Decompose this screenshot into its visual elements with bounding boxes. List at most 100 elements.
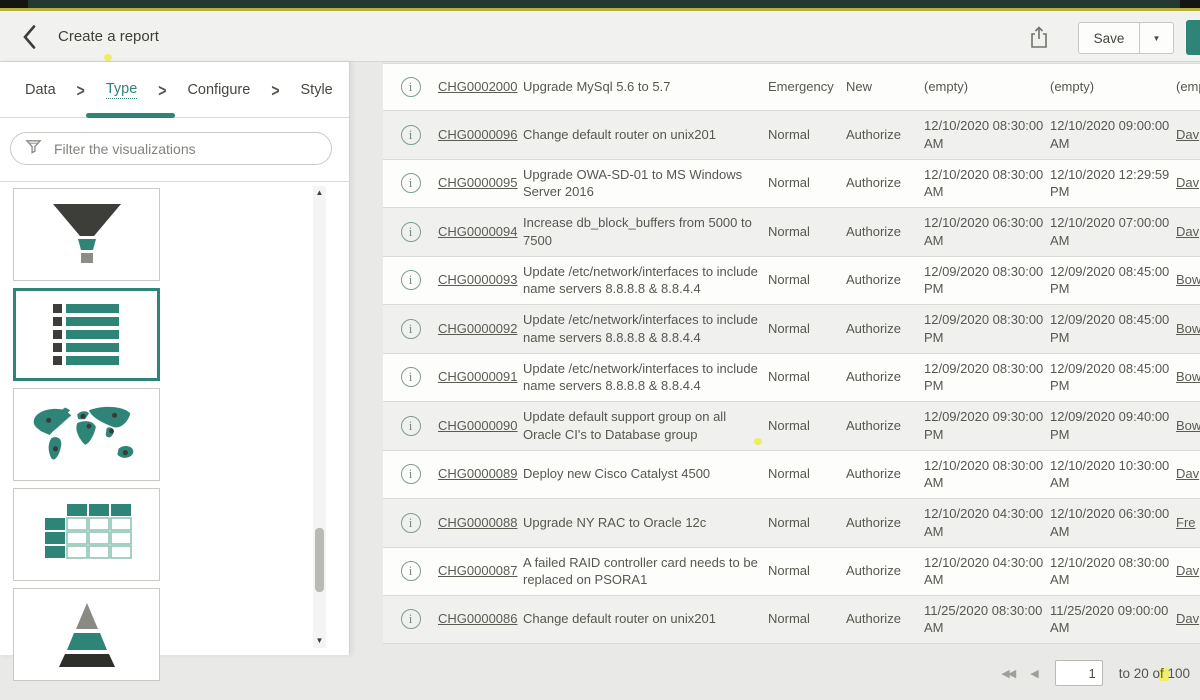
clipped-action-button[interactable] — [1186, 20, 1200, 55]
end-date: 12/10/2020 10:30:00 AM — [1050, 457, 1176, 492]
end-date: 12/10/2020 06:30:00 AM — [1050, 505, 1176, 540]
viz-type-funnel[interactable] — [13, 188, 160, 281]
state-value: Authorize — [846, 174, 924, 192]
change-number-link[interactable]: CHG0000094 — [438, 223, 523, 241]
end-date: 12/09/2020 08:45:00 PM — [1050, 360, 1176, 395]
start-date: 12/09/2020 08:30:00 PM — [924, 263, 1050, 298]
info-icon[interactable]: i — [401, 416, 421, 436]
visualization-filter — [10, 132, 332, 165]
change-number-link[interactable]: CHG0000096 — [438, 126, 523, 144]
start-date: 12/10/2020 08:30:00 AM — [924, 166, 1050, 201]
assigned-link[interactable]: Dav — [1176, 465, 1200, 483]
report-wizard-panel: Data > Type > Configure > Style — [0, 62, 350, 655]
wizard-steps: Data > Type > Configure > Style — [0, 62, 349, 118]
visualization-list: ▲ ▼ — [0, 181, 350, 655]
info-icon[interactable]: i — [401, 464, 421, 484]
priority-value: Normal — [768, 368, 846, 386]
priority-value: Normal — [768, 174, 846, 192]
viz-type-pyramid[interactable] — [13, 588, 160, 681]
info-icon[interactable]: i — [401, 125, 421, 145]
short-description: Upgrade MySql 5.6 to 5.7 — [523, 78, 768, 96]
cursor-highlight-dot — [754, 438, 762, 445]
create-report-screen: Create a report Save ▼ Data > Type > Con… — [0, 0, 1200, 700]
change-number-link[interactable]: CHG0000088 — [438, 514, 523, 532]
info-icon[interactable]: i — [401, 609, 421, 629]
top-strip-left-segment — [0, 0, 28, 8]
assigned-link[interactable]: Fre — [1176, 514, 1200, 532]
assigned-link[interactable]: Bow — [1176, 271, 1200, 289]
short-description: Update default support group on all Orac… — [523, 408, 768, 443]
page-number-input[interactable] — [1055, 660, 1103, 686]
short-description: Increase db_block_buffers from 5000 to 7… — [523, 214, 768, 249]
info-icon[interactable]: i — [401, 319, 421, 339]
info-icon[interactable]: i — [401, 222, 421, 242]
chevron-right-icon: > — [271, 80, 279, 100]
prev-page-button[interactable]: ◀ — [1030, 667, 1038, 680]
share-icon[interactable] — [1028, 24, 1052, 50]
step-data[interactable]: Data — [25, 82, 56, 98]
state-value: Authorize — [846, 417, 924, 435]
assigned-link[interactable]: Dav — [1176, 610, 1200, 628]
priority-value: Normal — [768, 271, 846, 289]
state-value: Authorize — [846, 368, 924, 386]
change-number-link[interactable]: CHG0000089 — [438, 465, 523, 483]
change-number-link[interactable]: CHG0000086 — [438, 610, 523, 628]
assigned-link[interactable]: Bow — [1176, 320, 1200, 338]
info-icon[interactable]: i — [401, 513, 421, 533]
short-description: Change default router on unix201 — [523, 610, 768, 628]
browser-top-strip — [0, 0, 1200, 8]
info-icon[interactable]: i — [401, 173, 421, 193]
assigned-link[interactable]: Dav — [1176, 126, 1200, 144]
viz-list-scrollbar[interactable]: ▲ ▼ — [313, 186, 326, 648]
first-page-button[interactable]: ◀◀ — [1001, 667, 1014, 680]
short-description: Upgrade NY RAC to Oracle 12c — [523, 514, 768, 532]
info-icon[interactable]: i — [401, 77, 421, 97]
state-value: Authorize — [846, 610, 924, 628]
change-number-link[interactable]: CHG0000090 — [438, 417, 523, 435]
table-row: i CHG0000091 Update /etc/network/interfa… — [383, 353, 1200, 402]
scroll-up-icon[interactable]: ▲ — [313, 186, 326, 200]
scrollbar-thumb[interactable] — [315, 528, 324, 592]
change-number-link[interactable]: CHG0000092 — [438, 320, 523, 338]
change-number-link[interactable]: CHG0000095 — [438, 174, 523, 192]
priority-value: Normal — [768, 610, 846, 628]
info-icon[interactable]: i — [401, 561, 421, 581]
priority-value: Normal — [768, 417, 846, 435]
change-number-link[interactable]: CHG0000087 — [438, 562, 523, 580]
change-number-link[interactable]: CHG0000093 — [438, 271, 523, 289]
assigned-link[interactable]: Dav — [1176, 562, 1200, 580]
assigned-link[interactable]: Bow — [1176, 417, 1200, 435]
step-configure[interactable]: Configure — [187, 82, 250, 98]
assigned-link[interactable]: Dav — [1176, 174, 1200, 192]
info-icon[interactable]: i — [401, 270, 421, 290]
save-button[interactable]: Save — [1078, 22, 1140, 54]
state-value: Authorize — [846, 320, 924, 338]
assigned-link[interactable]: Dav — [1176, 223, 1200, 241]
table-row: i CHG0000094 Increase db_block_buffers f… — [383, 207, 1200, 256]
state-value: Authorize — [846, 465, 924, 483]
save-dropdown-button[interactable]: ▼ — [1140, 22, 1174, 54]
change-number-link[interactable]: CHG0002000 — [438, 78, 523, 96]
filter-input[interactable] — [52, 140, 306, 158]
step-type[interactable]: Type — [106, 81, 137, 99]
filter-funnel-icon — [25, 138, 42, 160]
start-date: 12/09/2020 08:30:00 PM — [924, 311, 1050, 346]
start-date: 12/10/2020 08:30:00 AM — [924, 457, 1050, 492]
viz-type-world-map[interactable] — [13, 388, 160, 481]
viz-type-list[interactable] — [13, 288, 160, 381]
short-description: Update /etc/network/interfaces to includ… — [523, 311, 768, 346]
end-date: 12/09/2020 09:40:00 PM — [1050, 408, 1176, 443]
table-row: i CHG0000090 Update default support grou… — [383, 401, 1200, 450]
viz-type-pivot-table[interactable] — [13, 488, 160, 581]
change-number-link[interactable]: CHG0000091 — [438, 368, 523, 386]
back-chevron-icon[interactable] — [22, 24, 42, 50]
assigned-value: (empty) — [1176, 78, 1200, 96]
table-row: i CHG0000092 Update /etc/network/interfa… — [383, 304, 1200, 353]
scroll-down-icon[interactable]: ▼ — [313, 634, 326, 648]
end-date: 11/25/2020 09:00:00 AM — [1050, 602, 1176, 637]
priority-value: Normal — [768, 562, 846, 580]
start-date: 12/10/2020 08:30:00 AM — [924, 117, 1050, 152]
info-icon[interactable]: i — [401, 367, 421, 387]
step-style[interactable]: Style — [301, 82, 333, 98]
assigned-link[interactable]: Bow — [1176, 368, 1200, 386]
